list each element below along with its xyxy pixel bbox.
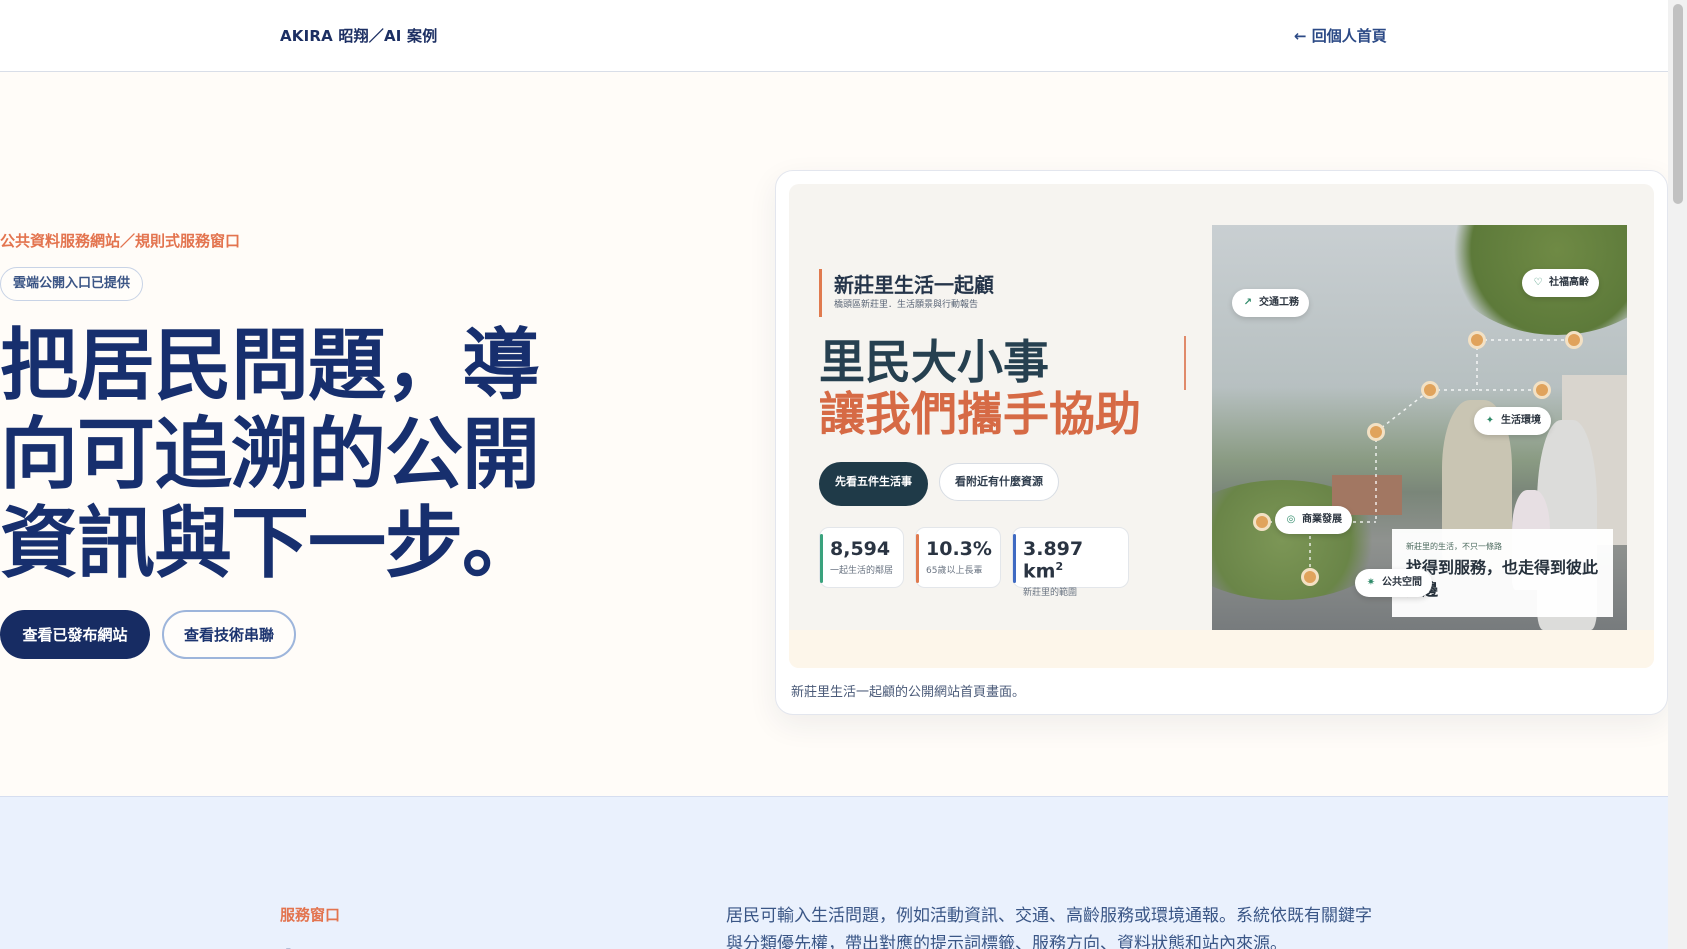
stat-label: 新莊里的範圍 xyxy=(1023,588,1078,599)
scrollbar-thumb[interactable] xyxy=(1673,4,1683,204)
site-brand[interactable]: AKIRA 昭翔／AI 案例 xyxy=(280,25,437,46)
map-node xyxy=(1253,513,1271,531)
preview-caption: 新莊里生活一起顧的公開網站首頁畫面。 xyxy=(791,685,1026,700)
tag-commerce: ◎ 商業發展 xyxy=(1275,506,1352,534)
service-title: 把居民問題 xyxy=(280,937,480,949)
asterisk-icon: ✷ xyxy=(1366,577,1376,588)
service-description: 居民可輸入生活問題，例如活動資訊、交通、高齡服務或環境通報。系統依既有關鍵字與分… xyxy=(726,906,1372,949)
stat-value: 8,594 xyxy=(830,538,891,560)
accent-bar xyxy=(819,269,822,317)
map-node xyxy=(1367,423,1385,441)
tag-welfare-label: 社福高齡 xyxy=(1549,277,1589,288)
view-tech-integration-button[interactable]: 查看技術串聯 xyxy=(162,610,296,659)
sparkle-icon: ✦ xyxy=(1485,415,1495,426)
stat-value: 10.3% xyxy=(926,538,992,560)
heart-icon: ♡ xyxy=(1533,277,1543,288)
preview-site-title: 新莊里生活一起顧 xyxy=(834,273,994,297)
stat-value-text: 3.897 km xyxy=(1023,538,1084,583)
hero-title: 把居民問題，導向可追溯的公開資訊與下一步。 xyxy=(0,321,540,589)
tag-commerce-label: 商業發展 xyxy=(1302,514,1342,525)
hero-eyebrow: 公共資料服務網站／規則式服務窗口 xyxy=(0,232,241,250)
stat-card-elderly: 10.3% 65歲以上長輩 xyxy=(915,527,1001,588)
tag-welfare: ♡ 社福高齡 xyxy=(1522,269,1599,297)
map-node xyxy=(1565,331,1583,349)
page-scrollbar[interactable] xyxy=(1668,0,1687,949)
tag-public-space: ✷ 公共空間 xyxy=(1355,569,1432,597)
tag-traffic-label: 交通工務 xyxy=(1259,297,1299,308)
service-eyebrow: 服務窗口 xyxy=(280,906,341,924)
site-preview-card: 新莊里生活一起顧 橋頭區新莊里．生活願景與行動報告 里民大小事 讓我們攜手協助 … xyxy=(775,170,1668,715)
tag-environment-label: 生活環境 xyxy=(1501,415,1541,426)
service-window-section: 服務窗口 把居民問題 居民可輸入生活問題，例如活動資訊、交通、高齡服務或環境通報… xyxy=(0,796,1668,949)
stat-value: 3.897 km2 xyxy=(1023,538,1128,582)
map-node xyxy=(1421,381,1439,399)
site-preview-screenshot: 新莊里生活一起顧 橋頭區新莊里．生活願景與行動報告 里民大小事 讓我們攜手協助 … xyxy=(789,184,1654,668)
status-pill: 雲端公開入口已提供 xyxy=(0,267,144,301)
community-photo: ↗ 交通工務 ♡ 社福高齡 ✦ 生活環境 ◎ 商業發展 新莊里的生活，不只一條路 找得到… xyxy=(1212,225,1627,630)
overlay-big-text: 找得到服務，也走得到彼此身邊 xyxy=(1406,558,1599,599)
preview-button-nearby-resources: 看附近有什麼資源 xyxy=(939,463,1059,501)
view-published-site-button[interactable]: 查看已發布網站 xyxy=(0,610,150,659)
tag-traffic: ↗ 交通工務 xyxy=(1232,289,1309,317)
stat-unit-superscript: 2 xyxy=(1055,560,1064,573)
overlay-small-text: 新莊里的生活，不只一條路 xyxy=(1406,542,1502,551)
arrow-icon: ↗ xyxy=(1243,297,1253,308)
preview-footer-strip xyxy=(789,630,1654,668)
stat-card-area: 3.897 km2 新莊里的範圍 xyxy=(1012,527,1129,598)
stat-card-neighbors: 8,594 一起生活的鄰居 xyxy=(819,527,904,588)
text-cursor xyxy=(1184,336,1186,390)
preview-button-five-things: 先看五件生活事 xyxy=(819,462,928,506)
map-node xyxy=(1301,568,1319,586)
top-navigation-bar: AKIRA 昭翔／AI 案例 ← 回個人首頁 xyxy=(0,0,1668,72)
preview-site-subtitle: 橋頭區新莊里．生活願景與行動報告 xyxy=(834,300,979,310)
stat-label: 一起生活的鄰居 xyxy=(830,566,894,576)
tag-public-space-label: 公共空間 xyxy=(1382,577,1422,588)
preview-headline-2: 讓我們攜手協助 xyxy=(819,387,1141,441)
circle-icon: ◎ xyxy=(1286,514,1296,525)
tag-environment: ✦ 生活環境 xyxy=(1474,407,1551,435)
map-node xyxy=(1468,331,1486,349)
back-to-home-link[interactable]: ← 回個人首頁 xyxy=(1294,25,1387,46)
preview-headline-1: 里民大小事 xyxy=(819,335,1049,389)
stat-label: 65歲以上長輩 xyxy=(926,566,983,576)
map-node xyxy=(1533,381,1551,399)
